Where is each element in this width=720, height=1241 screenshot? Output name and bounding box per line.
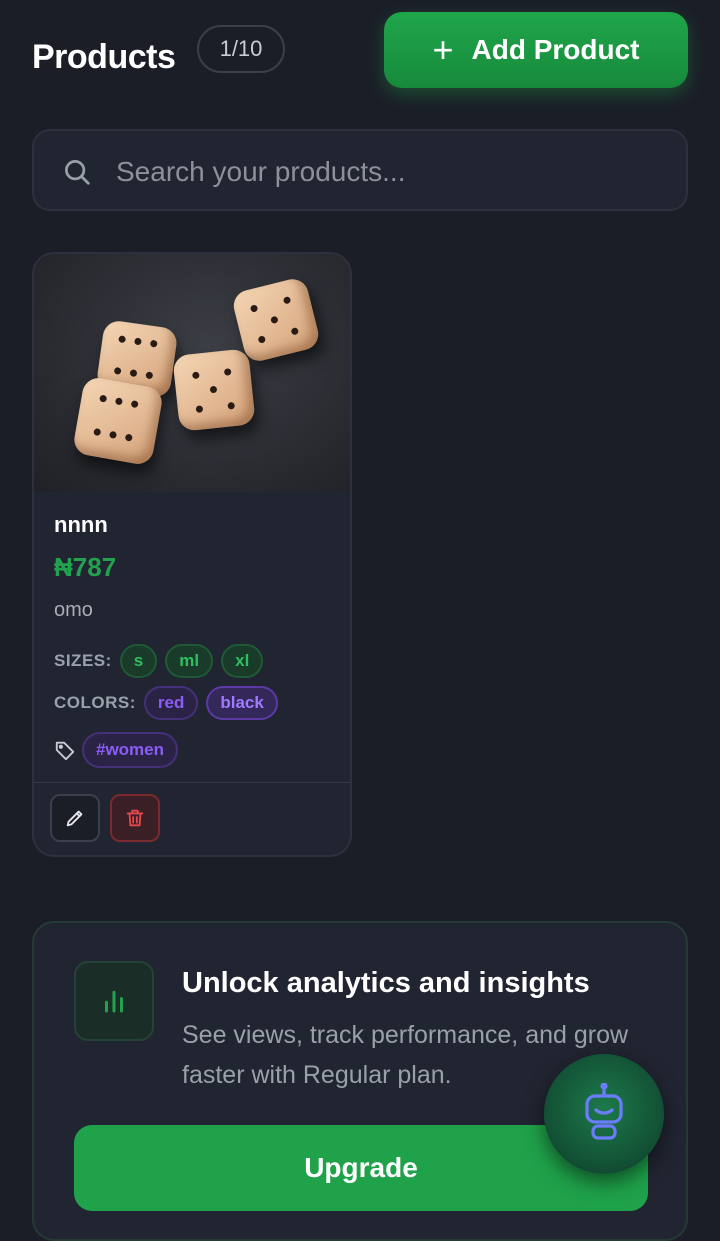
trash-icon (126, 809, 144, 827)
search-bar (32, 129, 688, 211)
size-chip: ml (165, 644, 214, 678)
color-chip: red (143, 686, 199, 720)
pencil-icon (66, 810, 83, 827)
search-input[interactable] (114, 149, 658, 195)
bar-chart-icon (74, 961, 154, 1041)
size-chip: s (119, 644, 158, 678)
page-title: Products (32, 38, 176, 76)
tag-icon (55, 741, 75, 761)
product-name: nnnn (54, 512, 108, 537)
color-chip: black (206, 686, 278, 720)
sizes-row: SIZES: s ml xl (54, 644, 334, 678)
plus-icon: + (432, 29, 454, 70)
delete-product-button[interactable] (110, 794, 160, 842)
page-header: Products 1/10 + Add Product (32, 10, 688, 90)
upsell-title: Unlock analytics and insights (182, 967, 590, 999)
colors-label: COLORS: (54, 693, 136, 712)
product-price: ₦787 (54, 552, 117, 582)
product-card[interactable]: nnnn ₦787 omo SIZES: s ml xl COLORS: red… (32, 252, 352, 857)
product-count-badge: 1/10 (197, 25, 285, 73)
product-description: omo (54, 599, 93, 621)
add-product-button[interactable]: + Add Product (384, 12, 688, 88)
edit-product-button[interactable] (50, 794, 100, 842)
size-chip: xl (221, 644, 264, 678)
tags-row: #women (54, 732, 334, 768)
robot-icon (585, 1083, 623, 1140)
search-icon (65, 160, 90, 185)
colors-row: COLORS: red black (54, 686, 334, 720)
tag-chip: #women (82, 732, 179, 768)
add-product-label: Add Product (471, 34, 640, 65)
sizes-label: SIZES: (54, 651, 112, 670)
product-image (34, 254, 350, 492)
assistant-fab[interactable] (544, 1054, 664, 1174)
card-divider (34, 782, 350, 783)
